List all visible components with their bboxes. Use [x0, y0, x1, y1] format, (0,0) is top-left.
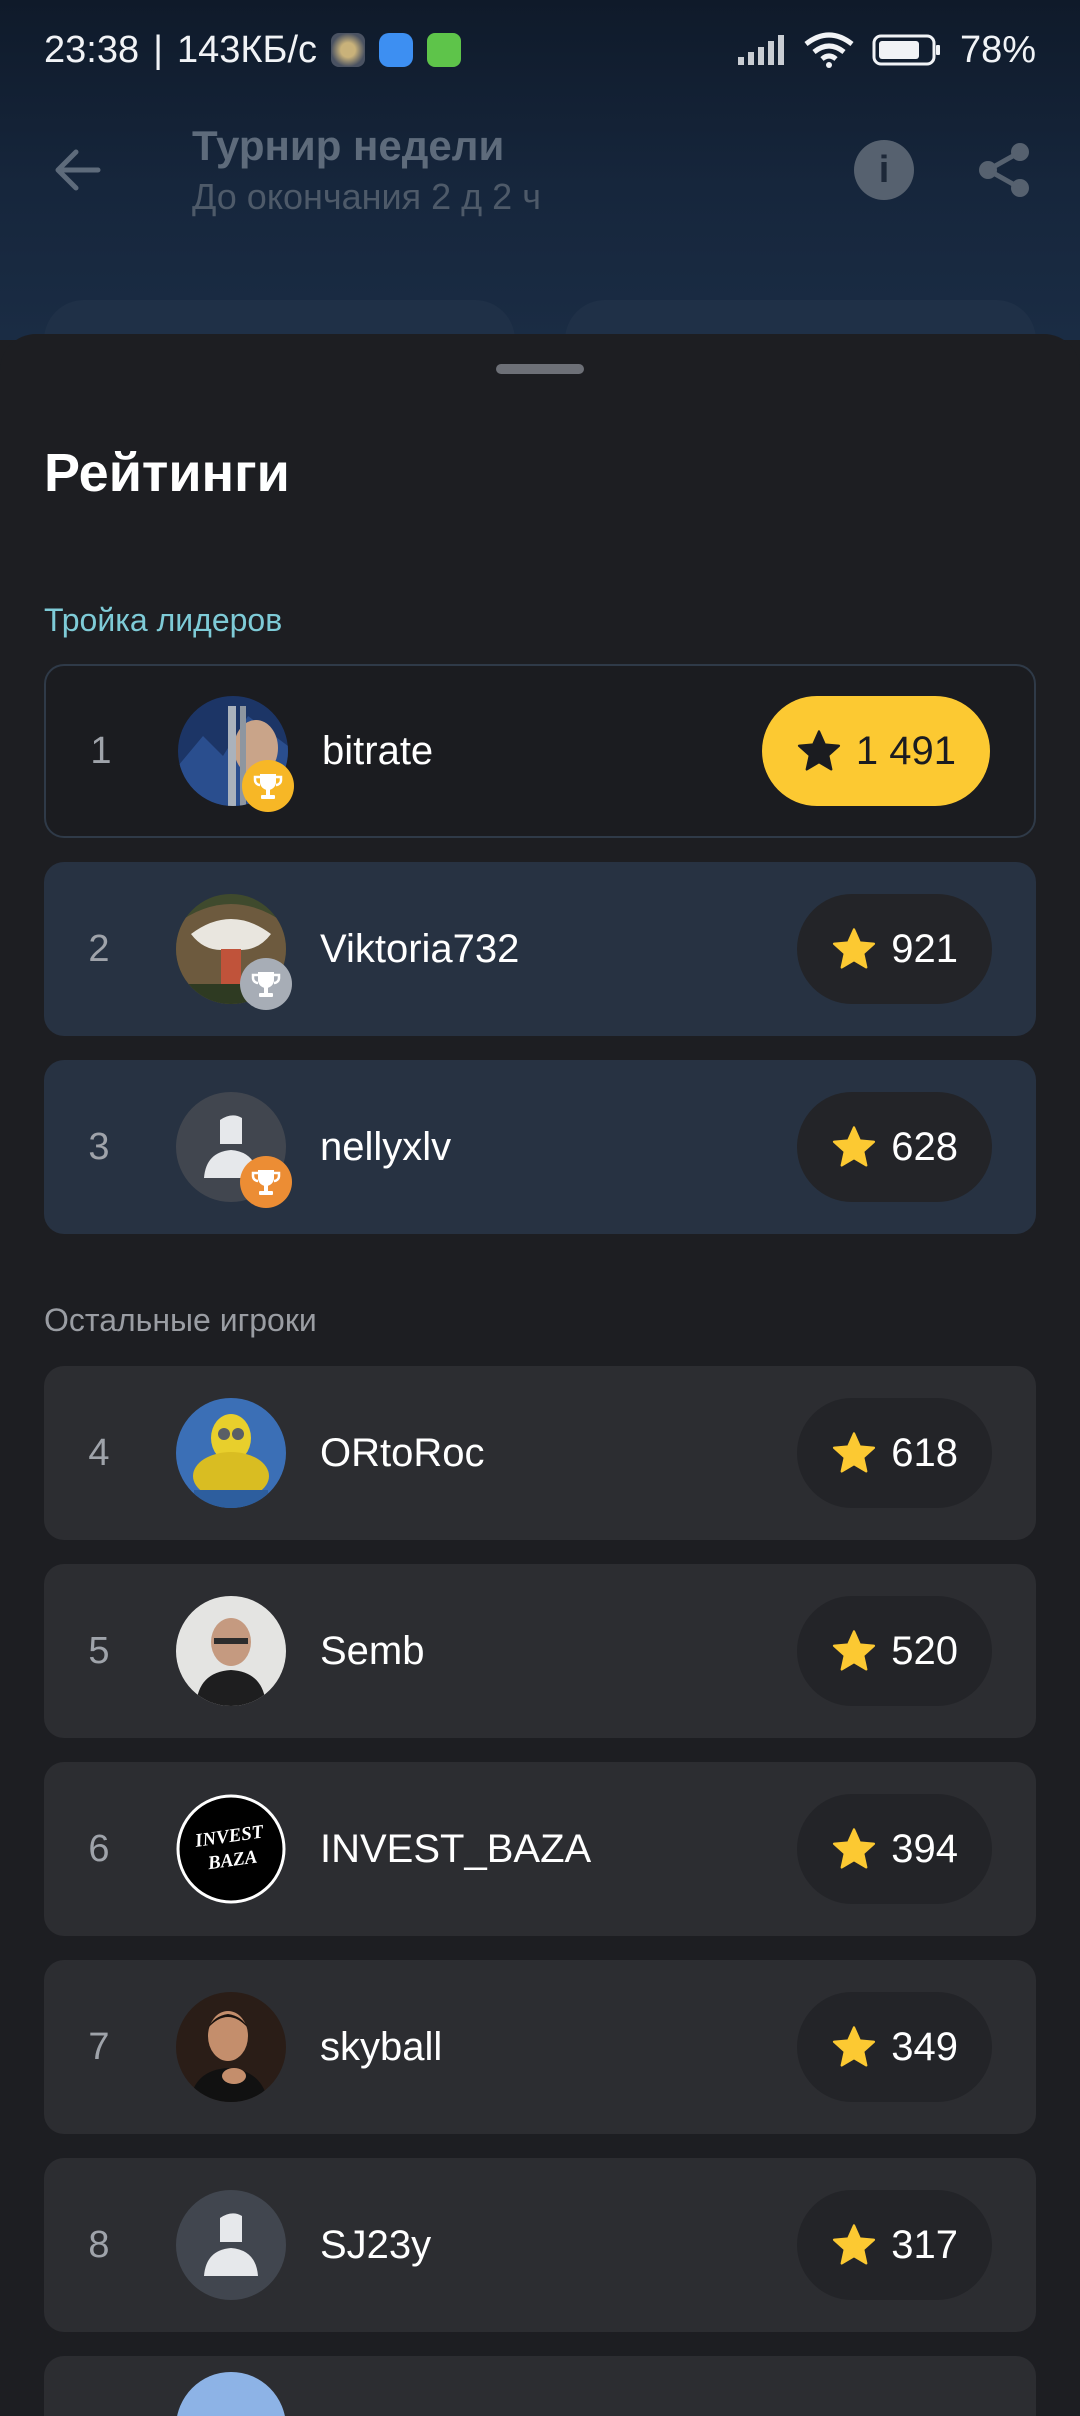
score-value: 394 [891, 1826, 958, 1871]
page-subtitle: До окончания 2 д 2 ч [192, 176, 541, 217]
rank-number: 7 [88, 2025, 110, 2068]
header-titles: Турнир недели До окончания 2 д 2 ч [192, 122, 541, 218]
notification-mail-icon [379, 33, 414, 67]
share-icon[interactable] [974, 140, 1034, 200]
avatar [176, 1596, 286, 1706]
rank-number: 1 [90, 729, 112, 772]
score-badge: 921 [797, 894, 992, 1004]
score-badge: 349 [797, 1992, 992, 2102]
score-badge: 1 491 [761, 696, 990, 806]
trophy-icon [251, 972, 281, 997]
avatar [176, 1092, 292, 1208]
ratings-sheet: Рейтинги Тройка лидеров 1 bitrate 1 491 … [0, 334, 1080, 2416]
star-icon [833, 1828, 876, 1869]
avatar-image [176, 1992, 286, 2102]
trophy-icon [251, 1170, 281, 1195]
player-name: Viktoria732 [320, 926, 520, 971]
rank-number: 8 [88, 2223, 110, 2266]
star-icon [833, 2026, 876, 2067]
notification-download-icon [427, 33, 462, 67]
avatar [176, 894, 292, 1010]
avatar-logo-image: INVEST BAZA [176, 1794, 286, 1904]
rank-number: 6 [88, 1827, 110, 1870]
trophy-badge [242, 760, 294, 812]
player-name: bitrate [322, 728, 434, 773]
page-title: Турнир недели [192, 122, 505, 169]
score-badge: 520 [797, 1596, 992, 1706]
trophy-badge [240, 958, 292, 1010]
rank-number: 2 [88, 927, 110, 970]
score-value: 921 [891, 926, 958, 971]
player-name: ORtoRoc [320, 1430, 485, 1475]
status-separator: | [153, 28, 163, 71]
arrow-left-icon [55, 149, 101, 191]
player-name: Semb [320, 1628, 425, 1673]
star-icon [833, 2224, 876, 2265]
sheet-drag-handle[interactable] [496, 364, 584, 374]
score-value: 317 [891, 2222, 958, 2267]
player-row[interactable]: 6 INVEST BAZA INVEST_BAZA 394 [44, 1762, 1036, 1936]
avatar [176, 1398, 286, 1508]
leader-row[interactable]: 3 nellyxlv 628 [44, 1060, 1036, 1234]
avatar-image [176, 1596, 286, 1706]
status-speed: 143КБ/с [176, 28, 318, 71]
score-value: 618 [891, 1430, 958, 1475]
player-name: skyball [320, 2024, 443, 2069]
star-icon [833, 1126, 876, 1167]
info-icon: i [878, 148, 890, 191]
status-right: 78% [736, 29, 1036, 72]
player-name: nellyxlv [320, 1124, 452, 1169]
score-badge: 628 [797, 1092, 992, 1202]
avatar: INVEST BAZA [176, 1794, 286, 1904]
player-row[interactable]: 4 ORtoRoc 618 [44, 1366, 1036, 1540]
default-avatar-icon [176, 2190, 286, 2300]
score-badge: 618 [797, 1398, 992, 1508]
score-badge: 317 [797, 2190, 992, 2300]
score-value: 1 491 [855, 728, 956, 773]
score-value: 520 [891, 1628, 958, 1673]
leaders-section-label: Тройка лидеров [44, 602, 283, 638]
star-icon [833, 1432, 876, 1473]
signal-icon [737, 35, 784, 65]
app-bar: Турнир недели До окончания 2 д 2 ч i [0, 100, 1080, 240]
player-name: SJ23y [320, 2222, 432, 2267]
background-screen: 23:38 | 143КБ/с 78% Турнир недели До око… [0, 0, 1080, 390]
sheet-title: Рейтинги [44, 443, 290, 503]
status-left: 23:38 | 143КБ/с [44, 28, 462, 72]
leader-row[interactable]: 1 bitrate 1 491 [44, 664, 1036, 838]
player-row[interactable]: 5 Semb 520 [44, 1564, 1036, 1738]
avatar-image [176, 1398, 286, 1508]
battery-icon [872, 34, 940, 66]
star-icon [797, 730, 840, 771]
avatar-image [177, 2372, 285, 2416]
player-row[interactable]: 7 skyball 349 [44, 1960, 1036, 2134]
star-icon [833, 928, 876, 969]
others-section-label: Остальные игроки [44, 1302, 317, 1338]
avatar [176, 2190, 286, 2300]
rank-number: 4 [88, 1431, 110, 1474]
avatar [178, 696, 294, 812]
trophy-badge [240, 1156, 292, 1208]
player-row[interactable]: 8 SJ23y 317 [44, 2158, 1036, 2332]
rank-number: 3 [88, 1125, 110, 1168]
battery-level: 78% [959, 28, 1036, 71]
player-row-partial[interactable] [44, 2356, 1036, 2416]
star-icon [833, 1630, 876, 1671]
score-badge: 394 [797, 1794, 992, 1904]
player-name: INVEST_BAZA [320, 1826, 592, 1871]
score-value: 349 [891, 2024, 958, 2069]
avatar [176, 1992, 286, 2102]
score-value: 628 [891, 1124, 958, 1169]
rank-number: 5 [88, 1629, 110, 1672]
status-bar: 23:38 | 143КБ/с 78% [0, 0, 1080, 100]
leader-row[interactable]: 2 Viktoria732 921 [44, 862, 1036, 1036]
status-time: 23:38 [44, 28, 140, 71]
back-button[interactable] [46, 138, 110, 202]
header-actions: i [854, 140, 1034, 200]
trophy-icon [253, 774, 283, 799]
wifi-icon [804, 32, 854, 68]
info-button[interactable]: i [854, 140, 914, 200]
notification-emblem-icon [331, 33, 366, 67]
